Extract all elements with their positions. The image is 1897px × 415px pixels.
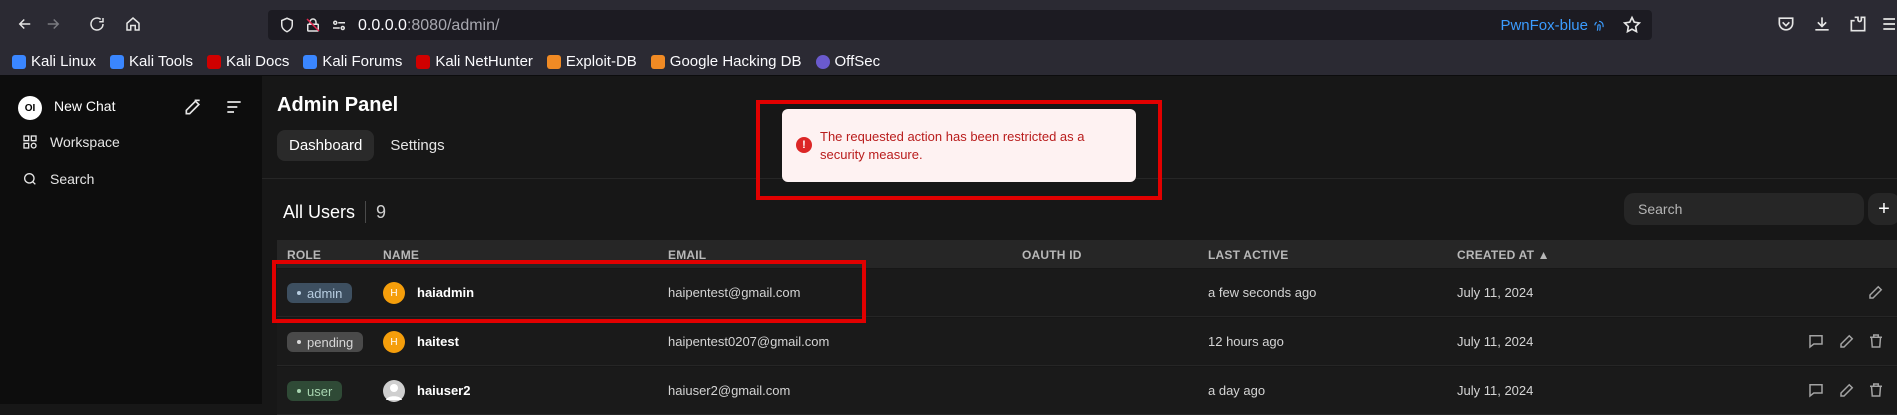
- bookmark-exploit-db[interactable]: Exploit-DB: [546, 53, 637, 70]
- sidebar-toggle-icon[interactable]: [224, 97, 244, 117]
- avatar: H: [383, 331, 405, 353]
- user-name: haitest: [417, 334, 459, 349]
- role-badge[interactable]: pending: [287, 332, 364, 352]
- admin-tabs: Dashboard Settings: [277, 130, 457, 161]
- kali-forums-icon: [303, 54, 318, 69]
- user-last-active: 12 hours ago: [1208, 334, 1284, 349]
- edit-icon[interactable]: [1838, 332, 1856, 350]
- user-email: haiuser2@gmail.com: [668, 383, 791, 398]
- downloads-icon[interactable]: [1812, 14, 1832, 34]
- bookmark-kali-linux[interactable]: Kali Linux: [12, 53, 96, 70]
- compose-icon[interactable]: [183, 97, 203, 117]
- search-icon: [24, 173, 36, 185]
- chat-icon[interactable]: [1807, 381, 1825, 399]
- user-last-active: a day ago: [1208, 383, 1266, 398]
- shield-icon[interactable]: [278, 16, 296, 34]
- bookmark-star-icon[interactable]: [1622, 15, 1642, 35]
- add-user-button[interactable]: +: [1868, 193, 1897, 225]
- user-avatar-icon: [386, 384, 402, 400]
- column-header-last-active[interactable]: LAST ACTIVE: [1208, 248, 1288, 262]
- bookmark-kali-nethunter[interactable]: Kali NetHunter: [416, 53, 533, 70]
- bookmark-google-hacking-db[interactable]: Google Hacking DB: [650, 53, 802, 70]
- browser-toolbar: 0.0.0.0:8080/admin/ PwnFox-blue: [0, 0, 1897, 48]
- sidebar-item-search[interactable]: Search: [22, 171, 94, 187]
- bookmarks-toolbar: Kali Linux Kali Tools Kali Docs Kali For…: [0, 48, 1897, 76]
- tab-settings[interactable]: Settings: [378, 130, 456, 161]
- user-created-at: July 11, 2024: [1457, 334, 1534, 349]
- pwnfox-label: PwnFox-blue: [1500, 17, 1588, 34]
- table-row: pending H haitest haipentest0207@gmail.c…: [277, 318, 1897, 366]
- highlight-box-toast: [756, 100, 1162, 200]
- offsec-icon: [815, 54, 830, 69]
- user-last-active: a few seconds ago: [1208, 285, 1317, 300]
- kali-tools-icon: [110, 54, 125, 69]
- home-icon[interactable]: [122, 13, 144, 35]
- divider: [365, 201, 367, 223]
- new-chat-button[interactable]: New Chat: [54, 98, 115, 114]
- column-header-oauth-id[interactable]: OAUTH ID: [1022, 248, 1082, 262]
- tab-dashboard[interactable]: Dashboard: [277, 130, 375, 161]
- trash-icon[interactable]: [1867, 381, 1885, 399]
- status-dot: [297, 389, 301, 393]
- url-text[interactable]: 0.0.0.0:8080/admin/: [358, 17, 499, 35]
- avatar: [383, 380, 405, 402]
- exploit-db-icon: [546, 54, 561, 69]
- kali-nethunter-icon: [416, 54, 431, 69]
- sidebar: OI New Chat Workspace Search: [0, 76, 262, 404]
- insecure-lock-icon[interactable]: [304, 16, 322, 34]
- grid-icon: [23, 135, 37, 149]
- bookmark-kali-forums[interactable]: Kali Forums: [303, 53, 402, 70]
- trash-icon[interactable]: [1867, 332, 1885, 350]
- fingerprint-icon: [1594, 20, 1604, 31]
- sidebar-item-label: Workspace: [50, 134, 120, 150]
- user-created-at: July 11, 2024: [1457, 383, 1534, 398]
- url-host: 0.0.0.0: [358, 17, 407, 34]
- kali-docs-icon: [206, 54, 221, 69]
- bookmark-offsec[interactable]: OffSec: [815, 53, 880, 70]
- user-created-at: July 11, 2024: [1457, 285, 1534, 300]
- forward-icon[interactable]: [42, 13, 64, 35]
- app-menu-icon[interactable]: [1880, 14, 1897, 34]
- status-dot: [297, 340, 301, 344]
- search-input[interactable]: [1624, 193, 1864, 225]
- url-bar[interactable]: 0.0.0.0:8080/admin/ PwnFox-blue: [268, 10, 1652, 40]
- edit-icon[interactable]: [1867, 283, 1885, 301]
- url-port: :8080: [406, 17, 447, 34]
- back-icon[interactable]: [14, 13, 36, 35]
- users-count: 9: [376, 201, 387, 222]
- pwnfox-container[interactable]: PwnFox-blue: [1500, 17, 1606, 34]
- user-email: haipentest0207@gmail.com: [668, 334, 830, 349]
- google-hacking-db-icon: [650, 54, 665, 69]
- highlight-box-admin-row: [272, 260, 866, 323]
- permissions-icon[interactable]: [330, 16, 348, 34]
- reload-icon[interactable]: [86, 13, 108, 35]
- sidebar-item-workspace[interactable]: Workspace: [22, 134, 120, 150]
- chat-icon[interactable]: [1807, 332, 1825, 350]
- table-row: user haiuser2 haiuser2@gmail.com a day a…: [277, 367, 1897, 415]
- users-header: All Users 9: [283, 201, 386, 223]
- sidebar-item-label: Search: [50, 171, 95, 187]
- url-path: /admin/: [446, 17, 500, 34]
- extensions-icon[interactable]: [1848, 14, 1868, 34]
- pocket-icon[interactable]: [1776, 14, 1796, 34]
- bookmark-kali-tools[interactable]: Kali Tools: [110, 53, 193, 70]
- kali-linux-icon: [12, 54, 26, 69]
- role-badge[interactable]: user: [287, 381, 343, 401]
- users-title: All Users: [283, 201, 356, 222]
- user-name: haiuser2: [417, 383, 471, 398]
- column-header-created-at[interactable]: CREATED AT ▲: [1457, 248, 1550, 262]
- edit-icon[interactable]: [1838, 381, 1856, 399]
- bookmark-kali-docs[interactable]: Kali Docs: [206, 53, 289, 70]
- app-logo-icon[interactable]: OI: [18, 96, 42, 120]
- page-title: Admin Panel: [277, 94, 399, 116]
